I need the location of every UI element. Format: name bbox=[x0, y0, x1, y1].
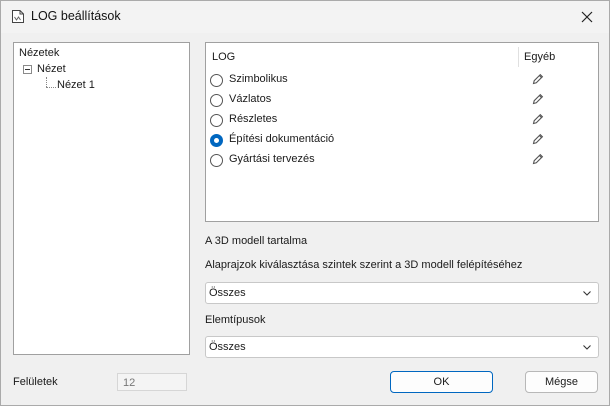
element-types-label: Elemtípusok bbox=[205, 314, 266, 326]
log-row-construction[interactable]: Építési dokumentáció bbox=[206, 131, 598, 151]
log-radio-sketch[interactable] bbox=[210, 94, 223, 107]
column-header-other: Egyéb bbox=[524, 51, 556, 63]
log-row-symbolic[interactable]: Szimbolikus bbox=[206, 71, 598, 91]
floorplan-dropdown-value: Összes bbox=[209, 287, 246, 299]
floorplan-dropdown[interactable]: Összes bbox=[205, 282, 599, 304]
pencil-icon[interactable] bbox=[531, 152, 545, 166]
pencil-icon[interactable] bbox=[531, 132, 545, 146]
close-icon bbox=[581, 11, 593, 23]
tree-node-view[interactable]: Nézet bbox=[37, 63, 66, 75]
log-radio-symbolic[interactable] bbox=[210, 74, 223, 87]
log-row-sketch[interactable]: Vázlatos bbox=[206, 91, 598, 111]
column-separator bbox=[518, 47, 519, 67]
pencil-icon[interactable] bbox=[531, 112, 545, 126]
pencil-icon[interactable] bbox=[531, 92, 545, 106]
element-types-dropdown[interactable]: Összes bbox=[205, 336, 599, 358]
log-level-list: LOG Egyéb Szimbolikus Vázlatos Részletes… bbox=[205, 42, 599, 222]
log-row-fabrication[interactable]: Gyártási tervezés bbox=[206, 151, 598, 171]
tree-root-label[interactable]: Nézetek bbox=[19, 47, 59, 59]
close-button[interactable] bbox=[575, 5, 599, 29]
log-label-fabrication: Gyártási tervezés bbox=[229, 153, 315, 165]
app-document-icon bbox=[12, 10, 24, 23]
chevron-down-icon bbox=[583, 291, 591, 296]
tree-collapse-icon[interactable] bbox=[23, 65, 32, 74]
log-row-detailed[interactable]: Részletes bbox=[206, 111, 598, 131]
tree-node-view-1[interactable]: Nézet 1 bbox=[57, 79, 95, 91]
dialog-window: LOG beállítások Nézetek Nézet Nézet 1 LO… bbox=[0, 0, 610, 406]
surfaces-field: 12 bbox=[117, 373, 187, 391]
log-label-sketch: Vázlatos bbox=[229, 93, 272, 105]
column-header-log: LOG bbox=[212, 51, 236, 63]
window-title: LOG beállítások bbox=[31, 9, 121, 23]
log-radio-construction[interactable] bbox=[210, 134, 223, 147]
element-types-dropdown-value: Összes bbox=[209, 341, 246, 353]
surfaces-label: Felületek bbox=[13, 376, 58, 388]
tree-connector-line bbox=[46, 87, 56, 88]
title-bar: LOG beállítások bbox=[1, 1, 609, 33]
model-content-title: A 3D modell tartalma bbox=[205, 235, 308, 247]
log-label-symbolic: Szimbolikus bbox=[229, 73, 288, 85]
log-radio-fabrication[interactable] bbox=[210, 154, 223, 167]
log-radio-detailed[interactable] bbox=[210, 114, 223, 127]
views-tree[interactable]: Nézetek Nézet Nézet 1 bbox=[13, 42, 190, 355]
log-label-detailed: Részletes bbox=[229, 113, 278, 125]
pencil-icon[interactable] bbox=[531, 72, 545, 86]
log-label-construction: Építési dokumentáció bbox=[229, 133, 335, 145]
floorplan-selection-label: Alaprajzok kiválasztása szintek szerint … bbox=[205, 259, 523, 271]
tree-connector-line bbox=[46, 77, 47, 87]
cancel-button[interactable]: Mégse bbox=[525, 371, 598, 393]
chevron-down-icon bbox=[583, 345, 591, 350]
ok-button[interactable]: OK bbox=[390, 371, 493, 393]
